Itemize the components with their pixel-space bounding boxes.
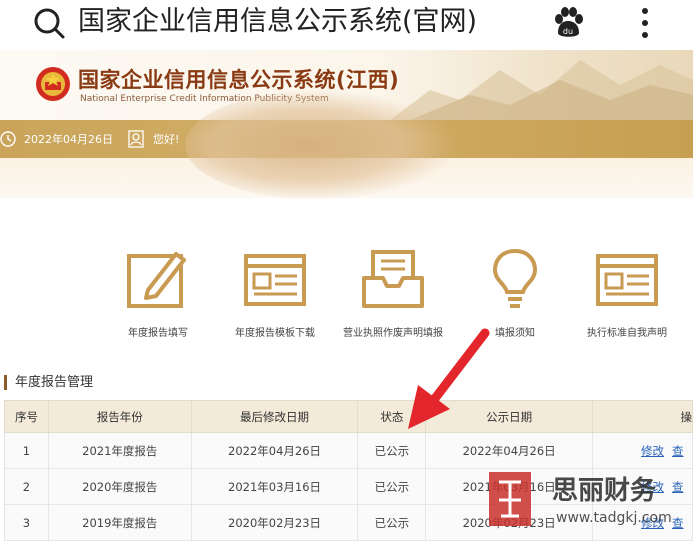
row-published: 2022年04月26日 — [425, 432, 593, 469]
edit-form-icon — [127, 252, 186, 308]
clock-icon — [0, 131, 16, 147]
more-menu-icon[interactable] — [638, 6, 652, 40]
row-status: 已公示 — [357, 432, 427, 469]
svg-text:du: du — [563, 27, 573, 36]
row-modified: 2021年03月16日 — [190, 468, 359, 505]
lightbulb-icon — [492, 248, 538, 308]
tool-label: 年度报告模板下载 — [235, 328, 315, 339]
row-year: 2021年度报告 — [47, 432, 192, 469]
header-actions: 操 — [592, 400, 693, 433]
view-link[interactable]: 查 — [672, 516, 684, 530]
row-no: 2 — [4, 468, 49, 505]
view-link[interactable]: 查 — [672, 444, 684, 458]
standard-declaration-icon — [596, 254, 658, 306]
user-icon — [128, 130, 144, 148]
inbox-declaration-icon — [362, 250, 424, 308]
row-status: 已公示 — [357, 504, 427, 541]
table-header-row: 序号 报告年份 最后修改日期 状态 公示日期 操 — [4, 400, 693, 433]
watermark-brand: 思丽财务 — [552, 476, 657, 506]
table-row: 1 2021年度报告 2022年04月26日 已公示 2022年04月26日 修… — [4, 432, 693, 469]
template-download-icon — [244, 254, 306, 306]
greeting-text: 您好! — [153, 133, 180, 146]
row-actions: 修改查 — [592, 432, 693, 469]
tool-annual-report-fill[interactable]: 年度报告填写 — [103, 248, 213, 348]
tool-template-download[interactable]: 年度报告模板下载 — [220, 248, 330, 348]
tool-standard-self-declaration[interactable]: 执行标准自我声明 — [572, 248, 682, 348]
header-modified: 最后修改日期 — [190, 400, 359, 433]
mountain-decoration-icon — [390, 60, 693, 120]
view-link[interactable]: 查 — [672, 480, 684, 494]
header-no: 序号 — [4, 400, 49, 433]
section-title: 年度报告管理 — [4, 375, 93, 390]
row-status: 已公示 — [357, 468, 427, 505]
watermark-url: www.tadgkj.com — [556, 510, 672, 526]
row-year: 2020年度报告 — [47, 468, 192, 505]
header-year: 报告年份 — [47, 400, 192, 433]
search-bar[interactable]: 国家企业信用信息公示系统(官网) du — [0, 0, 693, 50]
current-date: 2022年04月26日 — [24, 133, 113, 146]
service-tools: 年度报告填写 年度报告模板下载 营业执照作废声明填报 填报须知 执行标准自我声明 — [0, 248, 693, 348]
baidu-paw-icon[interactable]: du — [550, 5, 586, 41]
row-year: 2019年度报告 — [47, 504, 192, 541]
redaction-scribble — [185, 90, 455, 200]
row-modified: 2020年02月23日 — [190, 504, 359, 541]
watermark-stamp-icon — [489, 472, 531, 526]
row-no: 3 — [4, 504, 49, 541]
row-modified: 2022年04月26日 — [190, 432, 359, 469]
row-no: 1 — [4, 432, 49, 469]
search-query[interactable]: 国家企业信用信息公示系统(官网) — [78, 5, 477, 39]
edit-link[interactable]: 修改 — [641, 444, 664, 458]
red-arrow-icon — [408, 328, 490, 429]
site-title: 国家企业信用信息公示系统(江西) — [78, 68, 400, 92]
search-icon[interactable] — [32, 6, 66, 40]
national-emblem-icon — [36, 67, 70, 101]
tool-label: 年度报告填写 — [128, 328, 188, 339]
tool-label: 执行标准自我声明 — [587, 328, 667, 339]
